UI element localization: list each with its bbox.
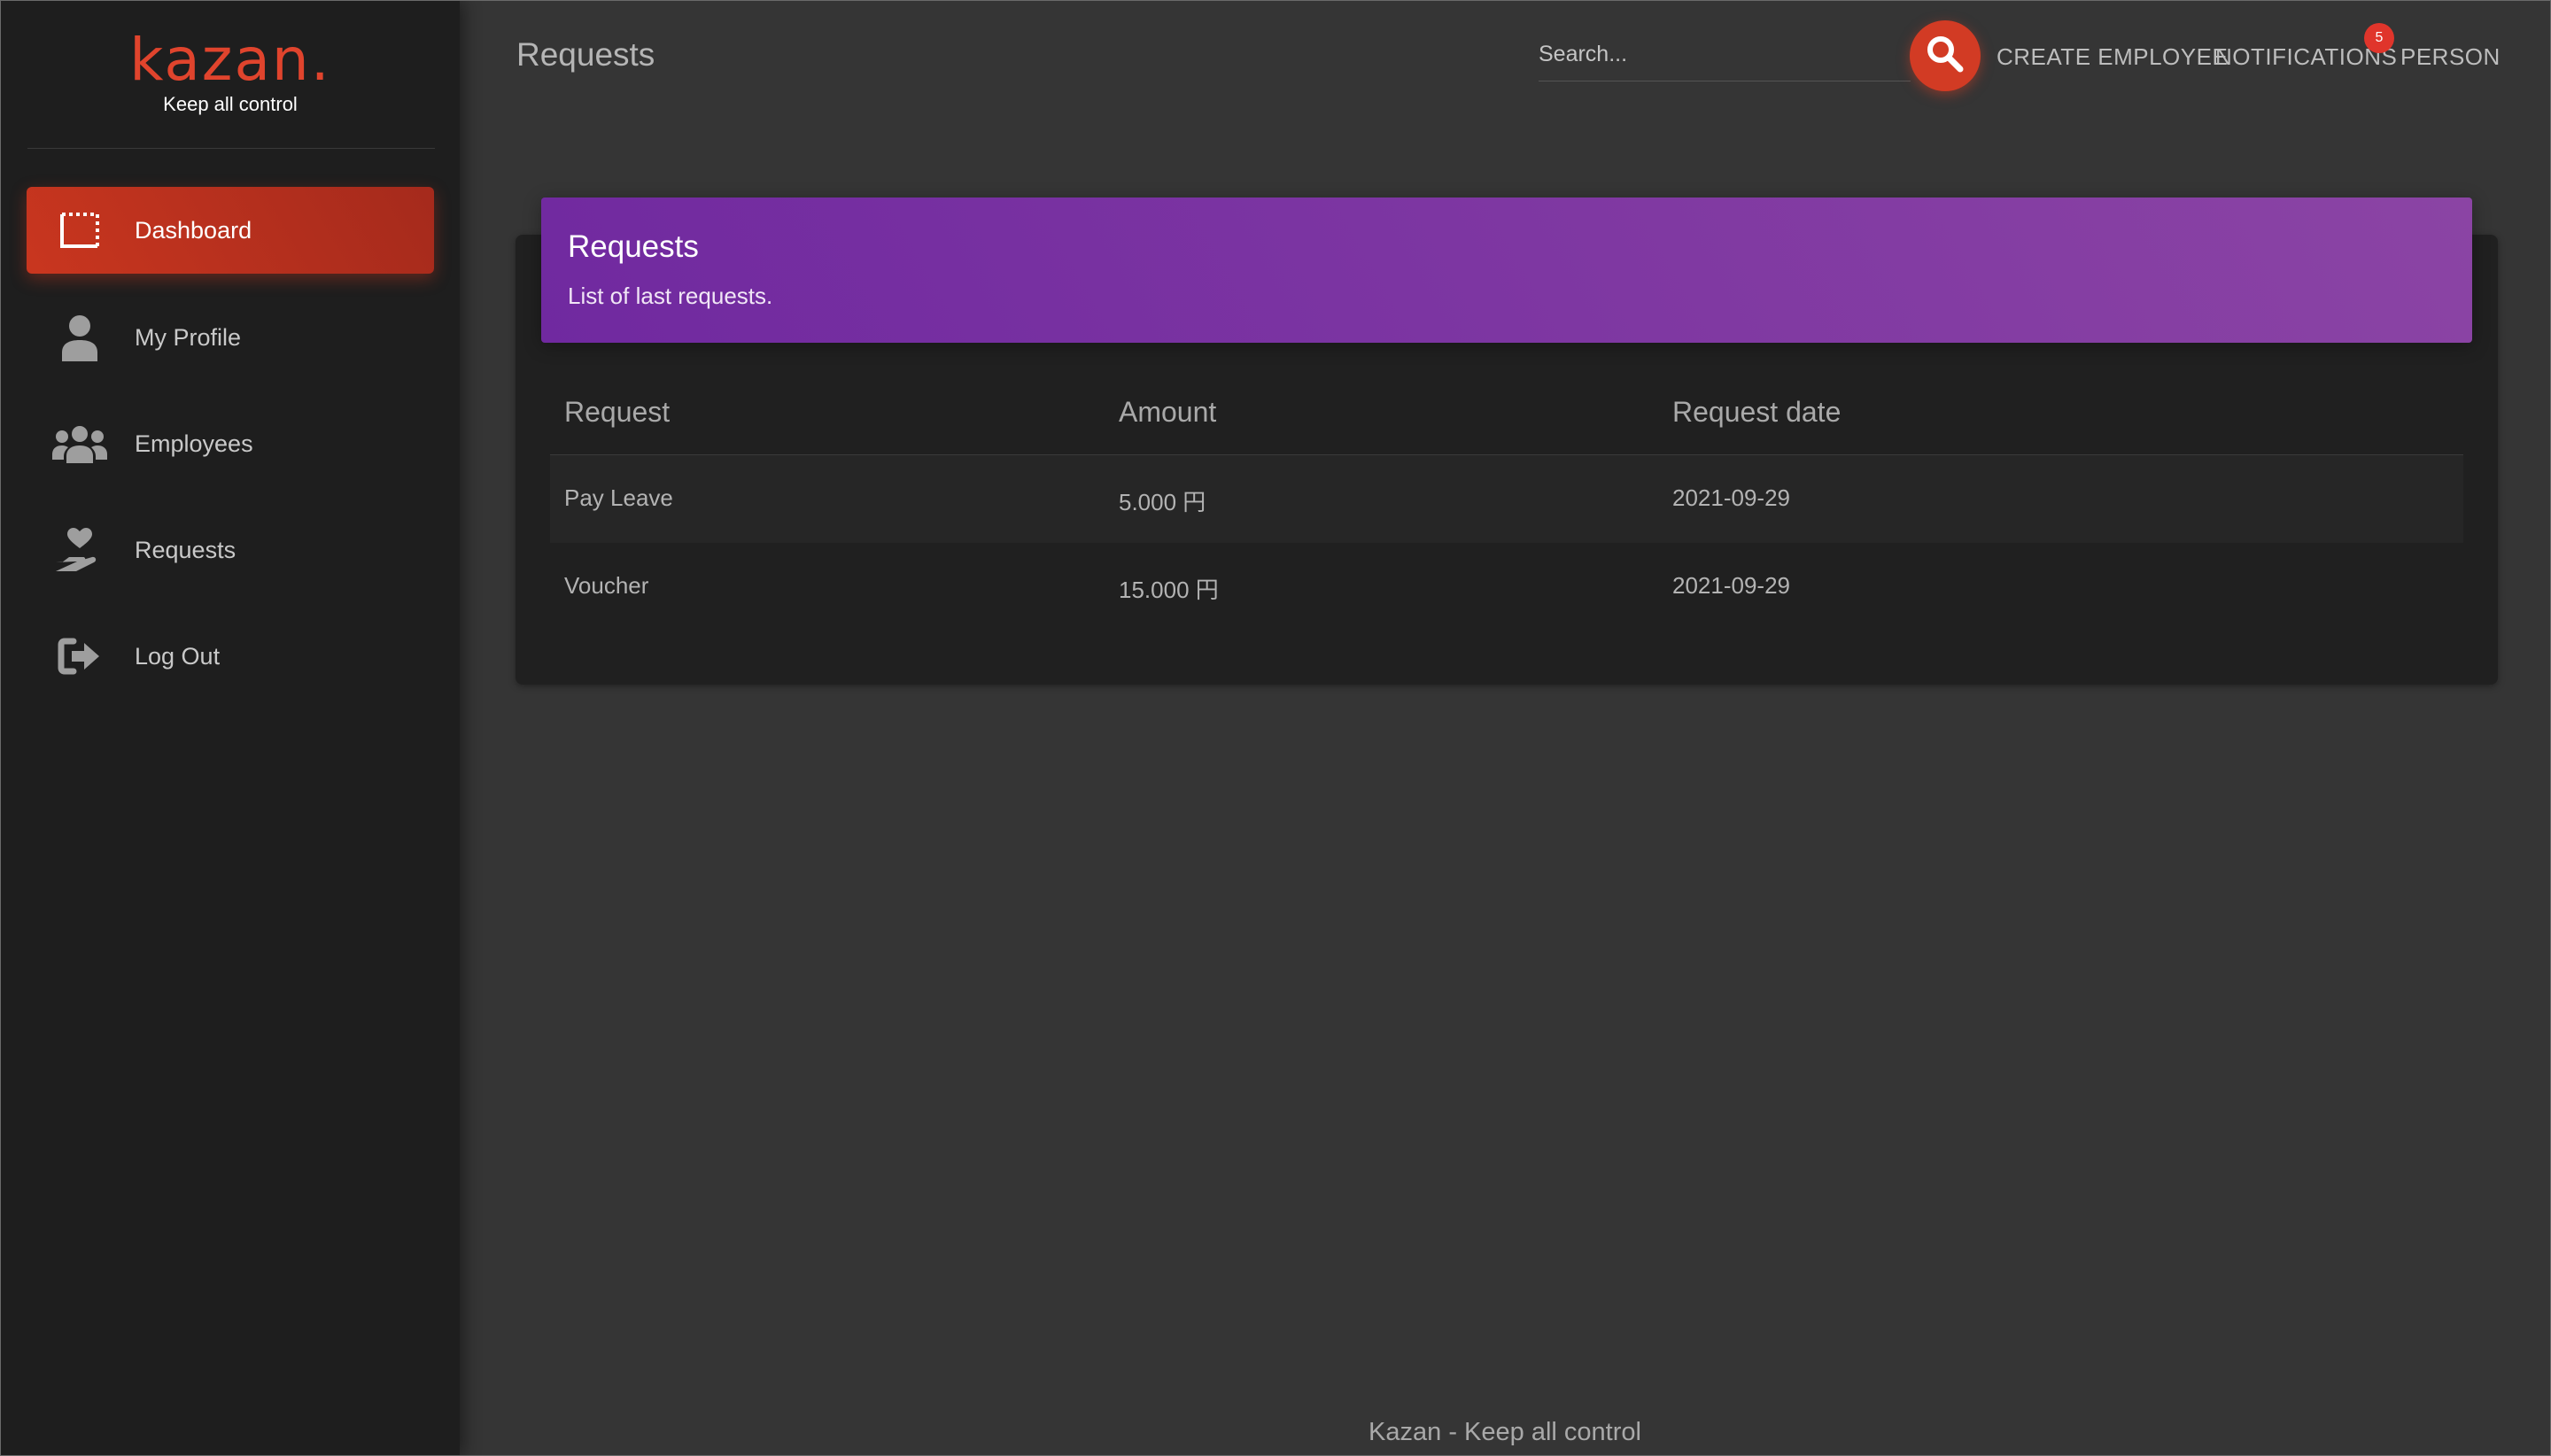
cell-amount: 5.000 円: [1119, 489, 1206, 515]
search-icon: [1925, 34, 1966, 79]
requests-table: Request Amount Request date Pay Leave 5.…: [550, 373, 2463, 631]
notifications-badge: 5: [2364, 23, 2394, 53]
card-header: Requests List of last requests.: [541, 197, 2472, 343]
sidebar-item-log-out[interactable]: Log Out: [27, 613, 434, 700]
sidebar-item-label: Log Out: [135, 642, 221, 670]
column-header-amount: Amount: [1119, 396, 1217, 428]
sidebar-item-dashboard[interactable]: Dashboard: [27, 187, 434, 274]
cell-request: Pay Leave: [564, 484, 673, 511]
sidebar-divider: [27, 148, 435, 149]
page-title: Requests: [516, 36, 655, 73]
sidebar-item-label: Employees: [135, 430, 253, 457]
sidebar-item-label: Dashboard: [135, 216, 252, 244]
person-link[interactable]: PERSON: [2400, 43, 2501, 71]
column-header-request: Request: [564, 396, 671, 428]
sign-out-icon: [51, 630, 108, 683]
app-window: kazan. Keep all control Dashboard My Pro…: [0, 0, 2551, 1456]
brand-logo[interactable]: kazan. Keep all control: [1, 27, 460, 116]
column-header-request-date: Request date: [1672, 396, 1842, 428]
cell-request-date: 2021-09-29: [1672, 572, 1790, 599]
search-button[interactable]: [1910, 20, 1981, 91]
user-icon: [51, 311, 108, 364]
table-row[interactable]: Pay Leave 5.000 円 2021-09-29: [550, 455, 2463, 543]
sidebar-item-label: Requests: [135, 536, 236, 563]
sidebar-item-employees[interactable]: Employees: [27, 400, 434, 487]
brand-name: kazan.: [129, 26, 331, 94]
hand-heart-icon: [51, 523, 108, 577]
dashboard-icon: [51, 204, 108, 257]
create-employee-link[interactable]: CREATE EMPLOYEE: [1997, 43, 2228, 71]
cell-request: Voucher: [564, 572, 649, 599]
sidebar-item-my-profile[interactable]: My Profile: [27, 294, 434, 381]
brand-tagline: Keep all control: [163, 93, 298, 115]
users-icon: [51, 417, 108, 470]
search-input[interactable]: [1539, 27, 1911, 81]
sidebar: kazan. Keep all control Dashboard My Pro…: [1, 1, 460, 1455]
footer-text: Kazan - Keep all control: [1369, 1418, 1641, 1446]
sidebar-item-label: My Profile: [135, 323, 242, 351]
table-header: Request Amount Request date: [550, 373, 2463, 455]
card-title: Requests: [568, 229, 699, 264]
table-row[interactable]: Voucher 15.000 円 2021-09-29: [550, 543, 2463, 631]
cell-amount: 15.000 円: [1119, 577, 1219, 603]
sidebar-item-requests[interactable]: Requests: [27, 507, 434, 593]
card-subtitle: List of last requests.: [568, 283, 773, 309]
cell-request-date: 2021-09-29: [1672, 484, 1790, 511]
